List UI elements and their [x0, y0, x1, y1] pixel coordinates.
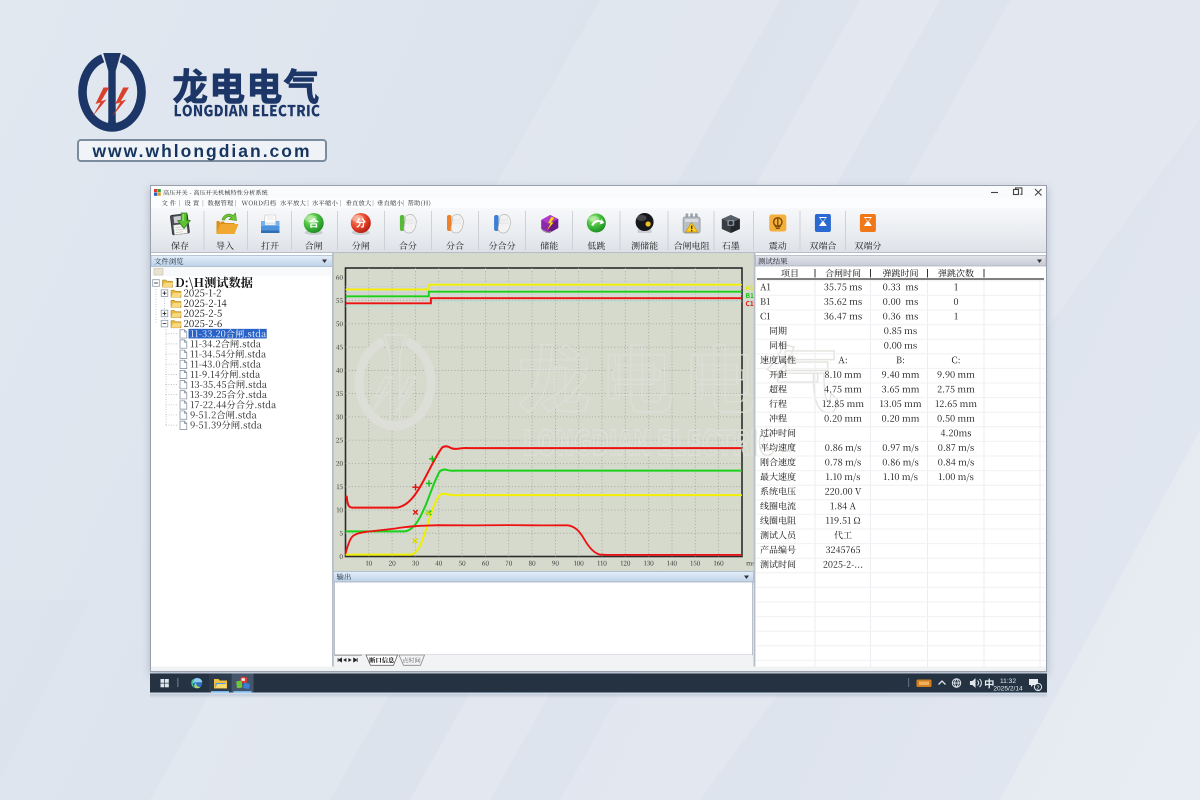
- svg-text:2025/2/14: 2025/2/14: [993, 686, 1023, 693]
- svg-text:11:32: 11:32: [1000, 678, 1016, 685]
- svg-text:2: 2: [1036, 686, 1039, 692]
